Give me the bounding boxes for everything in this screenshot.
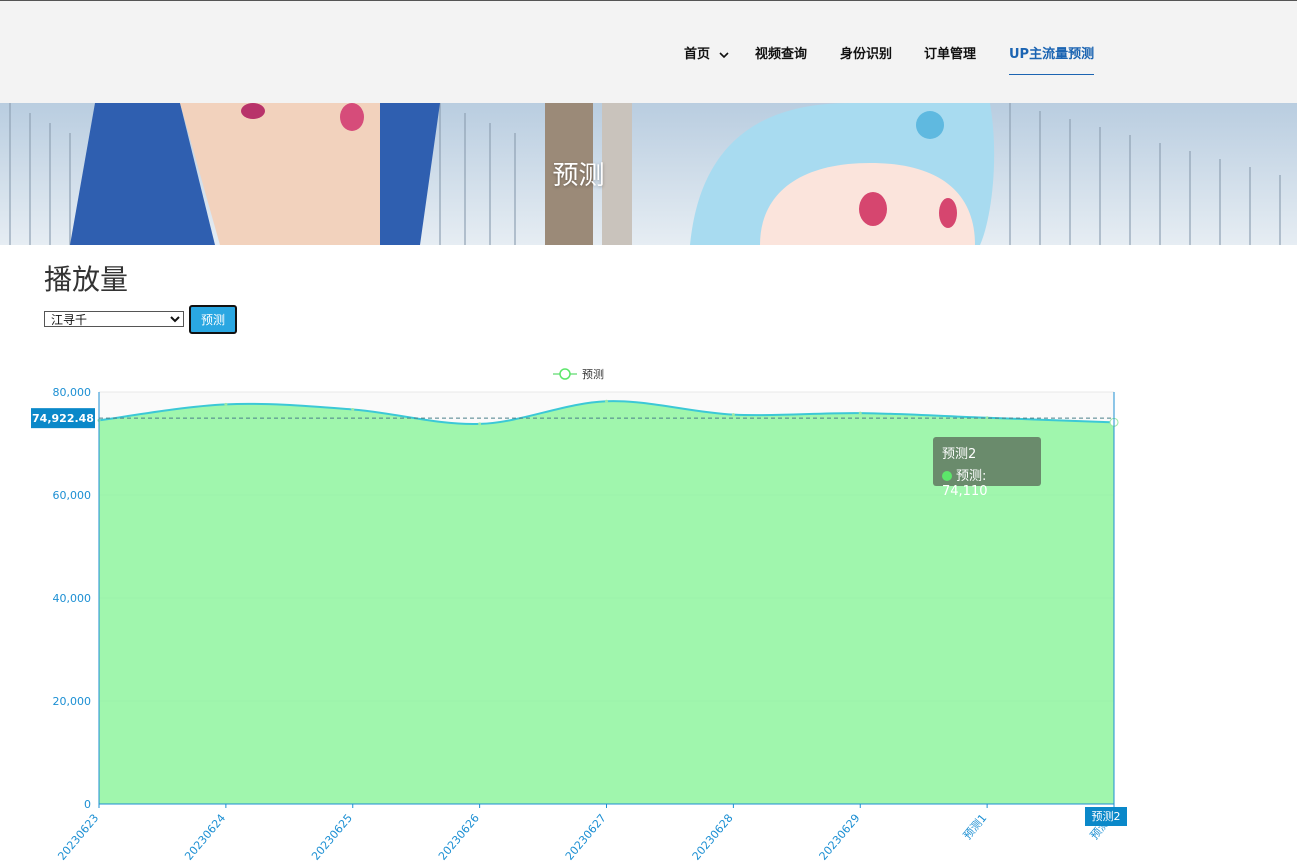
series-dot-icon [942,471,952,481]
tooltip-value: 74,110 [942,484,988,499]
x-tick-label: 20230627 [563,812,609,863]
x-tick-label: 20230628 [690,812,736,863]
data-point [351,408,355,412]
nav-item-home[interactable]: 首页 [684,43,730,62]
nav-item-orders[interactable]: 订单管理 [924,43,976,62]
nav-item-up-forecast[interactable]: UP主流量预测 [1009,43,1095,75]
x-tick-label: 预测1 [961,812,990,843]
average-label: 74,922.48 [32,412,94,425]
page-title: 播放量 [44,263,129,296]
tooltip-title: 预测2 [942,447,977,462]
nav-item-identity[interactable]: 身份识别 [840,43,892,62]
legend-marker-icon [559,368,571,380]
views-forecast-chart[interactable]: 0 20,000 40,000 60,000 80,000 74,922.48 202306… [0,350,1297,866]
x-tick-label: 20230629 [817,812,863,863]
top-navbar: 首页 视频查询 身份识别 订单管理 UP主流量预测 [0,0,1297,103]
x-tick-label: 20230623 [55,812,101,863]
data-point [605,399,608,403]
predict-button[interactable]: 预测 [189,305,237,334]
chart-tooltip: 预测2 预测: 74,110 [933,437,1041,499]
banner-title: 预测 [552,161,605,191]
nav-item-video-search[interactable]: 视频查询 [755,43,807,62]
y-tick-label: 80,000 [53,386,92,399]
hero-banner: 预测 [0,103,1297,245]
x-tick-label: 20230626 [436,812,482,863]
x-tick-label: 20230625 [309,812,355,863]
data-point [731,413,735,417]
tooltip-series-name: 预测 [956,469,983,484]
x-tick-label: 20230624 [182,812,228,863]
chevron-down-icon [718,51,729,58]
data-point [224,402,228,406]
x-highlight-label: 预测2 [1092,810,1121,823]
legend-label: 预测 [582,368,604,381]
y-tick-label: 60,000 [53,489,92,502]
y-tick-label: 0 [84,798,91,811]
tooltip-row: 预测: 74,110 [942,469,988,499]
data-point [478,422,482,426]
data-point [858,411,862,415]
nav-item-home-label: 首页 [684,47,711,62]
up-select[interactable]: 江寻千 [44,311,184,327]
y-tick-label: 40,000 [53,592,92,605]
y-tick-label: 20,000 [53,695,92,708]
